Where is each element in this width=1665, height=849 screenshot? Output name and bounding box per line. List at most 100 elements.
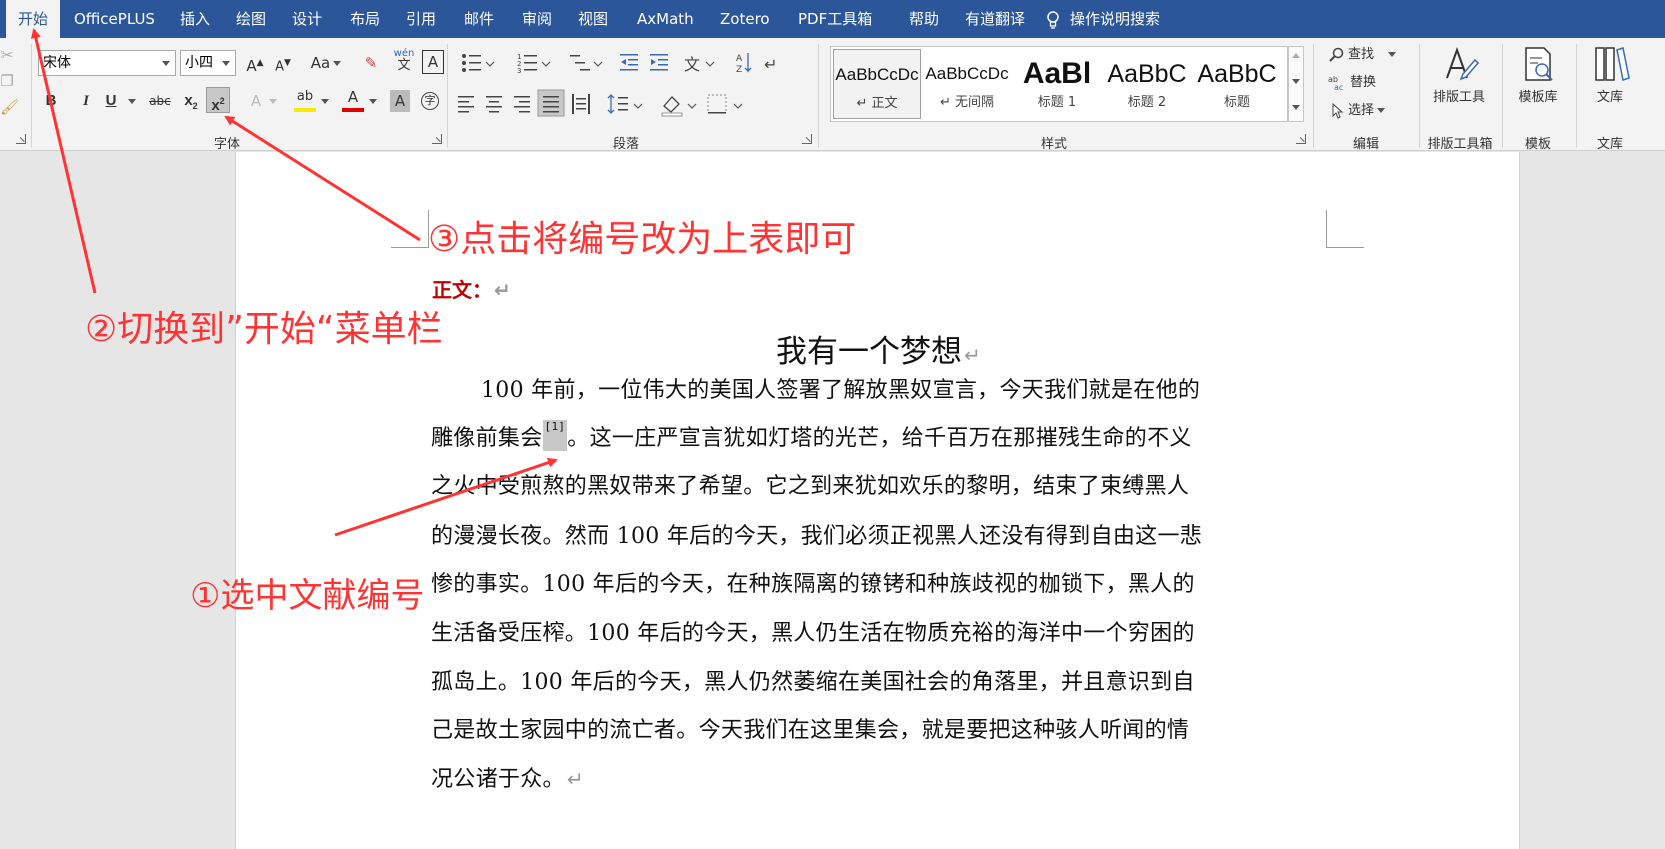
paragraph-line[interactable]: 惨的事实。100 年后的今天，在种族隔离的镣铐和种族歧视的枷锁下，黑人的 <box>431 566 1195 598</box>
text-effects-button[interactable]: A <box>246 88 266 114</box>
borders-icon <box>707 94 743 114</box>
paragraph-line[interactable]: 己是故土家园中的流亡者。今天我们在这里集会，就是要把这种骇人听闻的情 <box>431 712 1189 744</box>
style-title[interactable]: AaBbC 标题 <box>1193 49 1281 119</box>
subscript-button[interactable]: x2 <box>180 88 202 114</box>
tab-home[interactable]: 开始 <box>6 0 61 38</box>
paragraph-tools: 123 文 A Z ↵ <box>458 53 777 117</box>
tab-mailings[interactable]: 邮件 <box>452 0 506 38</box>
replace-button[interactable]: ab ac 替换 <box>1328 71 1376 95</box>
cursor-icon <box>1332 102 1344 119</box>
styles-dialog-launcher[interactable] <box>1296 134 1306 144</box>
layout-toolbox-label: 排版工具箱 <box>1427 137 1493 152</box>
tab-layout[interactable]: 布局 <box>338 0 392 38</box>
tab-youdao-translate[interactable]: 有道翻译 <box>953 0 1037 38</box>
strikethrough-button[interactable]: abc <box>146 88 174 114</box>
superscript-button[interactable]: x2 <box>206 87 230 114</box>
tab-draw[interactable]: 绘图 <box>224 0 278 38</box>
italic-button[interactable]: I <box>75 88 97 114</box>
gallery-more-icon[interactable] <box>1292 105 1300 110</box>
character-border-button[interactable]: A <box>422 50 444 74</box>
library-button[interactable]: 文库 <box>1582 44 1638 105</box>
character-shading-button[interactable]: A <box>390 90 410 112</box>
editing-group-label: 编辑 <box>1352 137 1379 152</box>
tab-view[interactable]: 视图 <box>566 0 620 38</box>
scroll-down-icon[interactable] <box>1292 79 1300 84</box>
search-icon <box>1329 47 1344 62</box>
grow-font-button[interactable]: A▲ <box>244 50 266 76</box>
footnote-reference[interactable]: [1] <box>542 420 568 451</box>
align-center-icon <box>486 96 502 113</box>
body-label[interactable]: 正文： ↵ <box>432 274 511 303</box>
font-group-label: 字体 <box>213 137 240 152</box>
annotation-step-3: ③点击将编号改为上表即可 <box>428 219 857 260</box>
copy-icon[interactable]: ❐ <box>0 68 14 94</box>
paragraph-line[interactable]: 雕像前集会 [1]。这一庄严宣言犹如灯塔的光芒，给千百万在那摧残生命的不义 <box>431 420 1192 452</box>
margin-corner-top-left <box>391 210 429 248</box>
paragraph-line[interactable]: 孤岛上。100 年后的今天，黑人仍然萎缩在美国社会的角落里，并且意识到自 <box>431 664 1195 696</box>
document-title[interactable]: 我有一个梦想 ↵ <box>776 326 981 371</box>
phonetic-guide-button[interactable]: wén 文 <box>392 48 416 74</box>
annotation-step-2: ②切换到”开始“菜单栏 <box>85 309 443 350</box>
text-effects-dropdown[interactable] <box>266 88 277 114</box>
pen-icon <box>1446 47 1479 81</box>
style-no-spacing[interactable]: AaBbCcDc ↵ 无间隔 <box>923 49 1011 119</box>
shrink-font-button[interactable]: A▼ <box>272 50 294 76</box>
style-heading-1[interactable]: AaBl 标题 1 <box>1013 49 1101 119</box>
font-name-value: 宋体 <box>43 55 71 71</box>
highlight-button[interactable]: ab <box>294 86 316 112</box>
tell-me-search[interactable]: 操作说明搜索 <box>1046 0 1160 38</box>
align-left-icon <box>458 96 474 113</box>
tab-insert[interactable]: 插入 <box>168 0 222 38</box>
paragraph-line[interactable]: 况公诸于众。 ↵ <box>431 761 584 793</box>
align-right-icon <box>514 96 530 113</box>
template-library-button[interactable]: 模板库 <box>1508 44 1568 105</box>
library-group-label: 文库 <box>1596 137 1623 152</box>
layout-tool-button[interactable]: 排版工具 <box>1424 44 1494 105</box>
styles-gallery-scroll[interactable] <box>1288 46 1304 122</box>
tab-zotero[interactable]: Zotero <box>708 0 782 38</box>
paragraph-group-label: 段落 <box>612 137 639 152</box>
clipboard-dialog-launcher[interactable] <box>16 134 26 144</box>
font-size-combo[interactable]: 小四 <box>180 50 236 76</box>
style-heading-2[interactable]: AaBbC 标题 2 <box>1103 49 1191 119</box>
change-case-button[interactable]: Aa <box>308 50 344 76</box>
font-color-dropdown[interactable] <box>366 88 377 114</box>
asian-layout-icon: 文 <box>684 55 715 74</box>
enclose-characters-button[interactable]: 字 <box>418 88 442 114</box>
paragraph-dialog-launcher[interactable] <box>802 134 812 144</box>
underline-button[interactable]: U <box>100 88 122 114</box>
tab-axmath[interactable]: AxMath <box>625 0 706 38</box>
underline-dropdown[interactable] <box>124 88 136 114</box>
highlight-dropdown[interactable] <box>318 88 329 114</box>
tab-officeplus[interactable]: OfficePLUS <box>62 0 167 38</box>
tab-design[interactable]: 设计 <box>280 0 334 38</box>
font-dialog-launcher[interactable] <box>432 134 442 144</box>
tab-references[interactable]: 引用 <box>394 0 448 38</box>
bold-button[interactable]: B <box>40 88 62 114</box>
paragraph-line[interactable]: 的漫漫长夜。然而 100 年后的今天，我们必须正视黑人还没有得到自由这一悲 <box>431 518 1202 550</box>
clear-format-icon[interactable]: ✎ <box>360 50 382 76</box>
multilevel-list-icon <box>570 55 603 71</box>
tab-help[interactable]: 帮助 <box>897 0 951 38</box>
tab-pdf-toolbox[interactable]: PDF工具箱 <box>786 0 884 38</box>
find-button[interactable]: 查找 <box>1328 43 1397 67</box>
paragraph-line[interactable]: 生活备受压榨。100 年后的今天，黑人仍生活在物质充裕的海洋中一个穷困的 <box>431 615 1195 647</box>
style-normal[interactable]: AaBbCcDc ↵ 正文 <box>833 49 921 119</box>
replace-icon: abac <box>1328 75 1343 92</box>
line-spacing-icon <box>607 94 643 114</box>
paragraph-line[interactable]: 100 年前，一位伟大的美国人签署了解放黑奴宣言，今天我们就是在他的 <box>481 372 1200 404</box>
svg-text:ac: ac <box>1334 83 1343 91</box>
tab-review[interactable]: 审阅 <box>510 0 564 38</box>
font-name-combo[interactable]: 宋体 <box>38 50 176 76</box>
scroll-up-icon[interactable] <box>1292 53 1300 58</box>
select-button[interactable]: 选择 <box>1330 99 1386 123</box>
show-formatting-icon: ↵ <box>764 55 777 74</box>
format-painter-icon[interactable]: 🖌 <box>0 94 19 120</box>
increase-indent-icon <box>650 54 668 71</box>
decrease-indent-icon <box>620 54 638 71</box>
cut-icon[interactable]: ✂ <box>0 42 14 68</box>
svg-text:文: 文 <box>684 55 700 74</box>
paragraph-line[interactable]: 之火中受煎熬的黑奴带来了希望。它之到来犹如欢乐的黎明，结束了束缚黑人 <box>431 468 1189 500</box>
template-icon <box>1525 47 1553 81</box>
font-color-button[interactable]: A <box>342 86 364 112</box>
